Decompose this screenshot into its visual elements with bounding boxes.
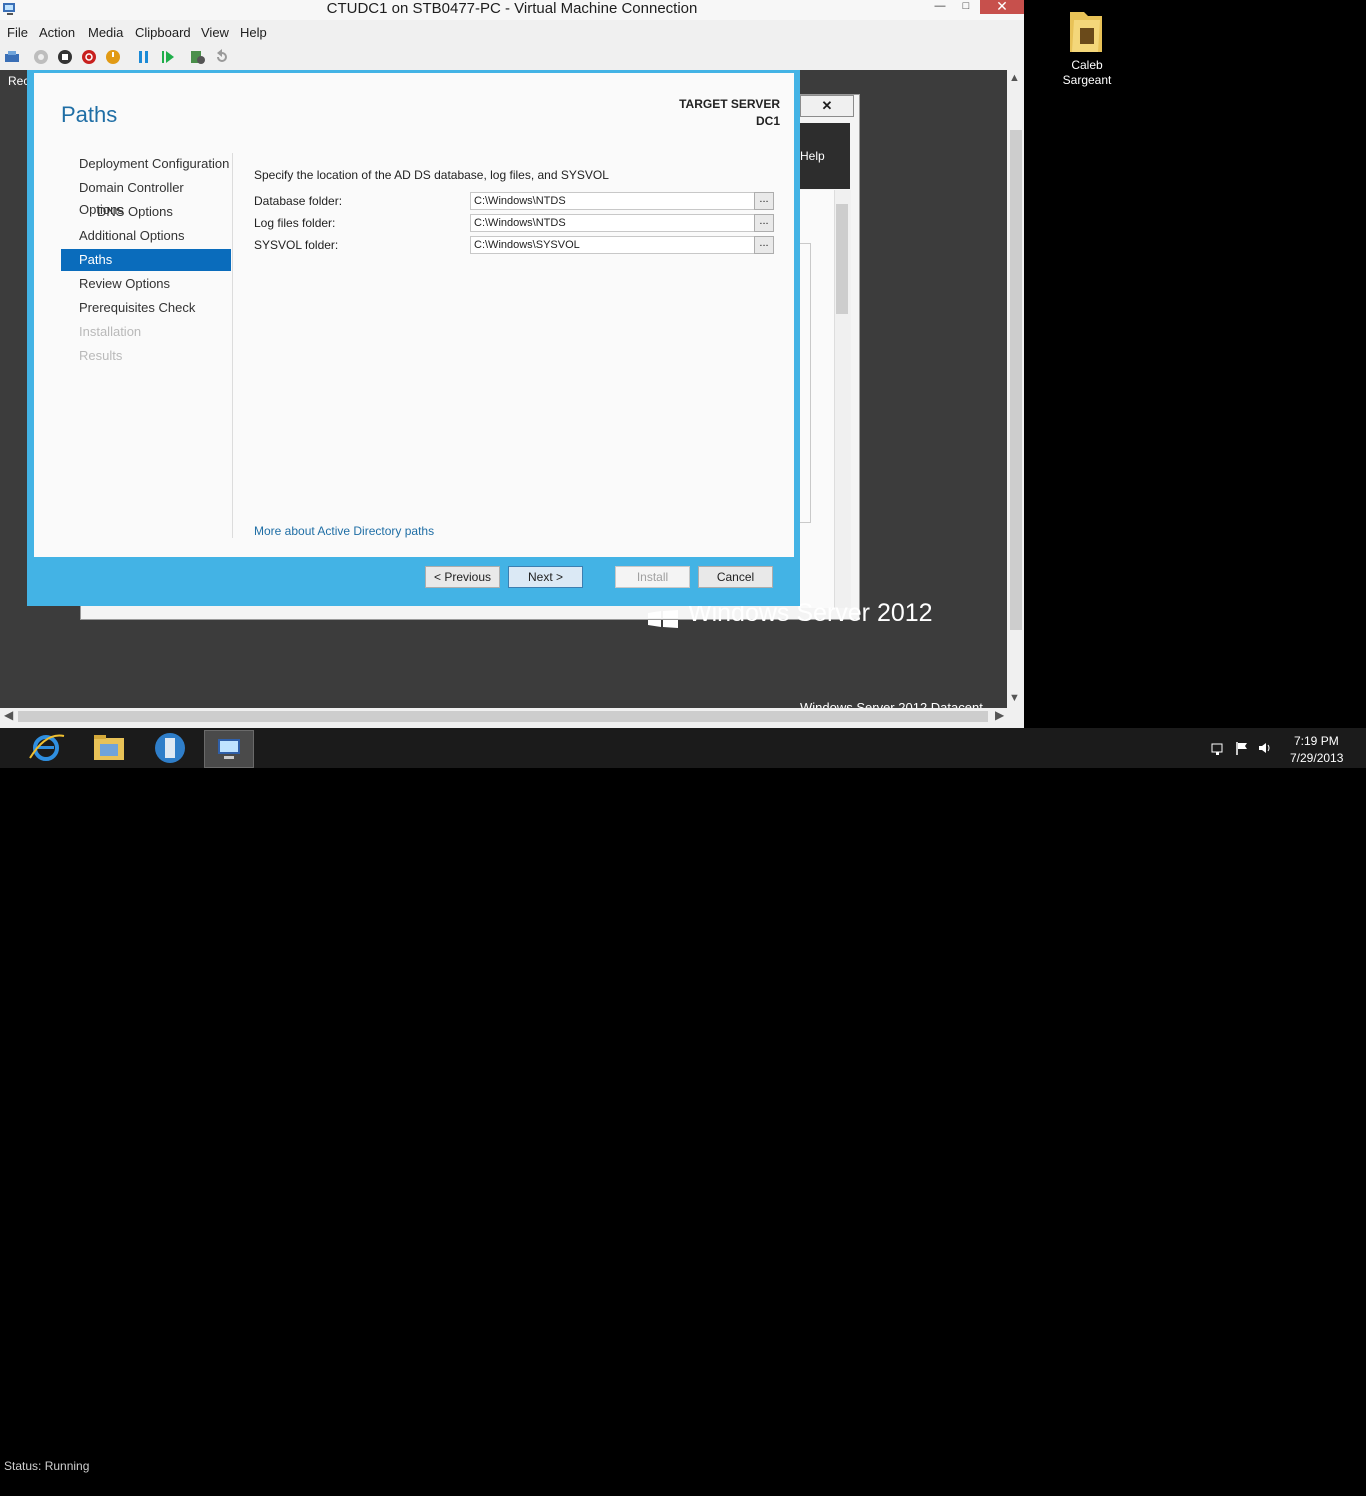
server-manager-close-button[interactable]: ✕ [800, 95, 854, 117]
server-manager-icon[interactable] [146, 730, 194, 766]
menu-clipboard[interactable]: Clipboard [135, 25, 191, 40]
cancel-button[interactable]: Cancel [698, 566, 773, 588]
title-bar[interactable]: CTUDC1 on STB0477-PC - Virtual Machine C… [0, 0, 1024, 20]
nav-review-options[interactable]: Review Options [61, 273, 231, 295]
file-explorer-icon[interactable] [86, 730, 134, 766]
target-server-name: DC1 [755, 114, 780, 128]
nav-domain-controller-options[interactable]: Domain Controller Options [61, 177, 231, 217]
folder-icon[interactable] [1066, 6, 1106, 56]
log-files-folder-input[interactable]: C:\Windows\NTDS [470, 214, 756, 232]
horizontal-scroll-thumb[interactable] [18, 711, 988, 722]
menu-action[interactable]: Action [39, 25, 75, 40]
nav-results: Results [79, 348, 123, 363]
vm-connection-taskbar-icon [218, 739, 240, 759]
clock-time[interactable]: 7:19 PM [1294, 734, 1339, 748]
ctrl-alt-del-icon[interactable] [3, 48, 21, 66]
ad-ds-configuration-wizard: Paths TARGET SERVER DC1 Deployment Confi… [27, 70, 800, 606]
nav-additional-options[interactable]: Additional Options [61, 225, 231, 247]
vertical-scroll-thumb[interactable] [1010, 130, 1022, 630]
nav-paths[interactable]: Paths [61, 249, 231, 271]
next-button[interactable]: Next > [508, 566, 583, 588]
pause-icon[interactable] [135, 48, 153, 66]
database-folder-label: Database folder: [254, 194, 343, 208]
menu-help[interactable]: Help [240, 25, 267, 40]
menu-media[interactable]: Media [88, 25, 123, 40]
server-manager-help-menu[interactable]: Help [800, 149, 825, 163]
minimize-button[interactable]: — [930, 0, 950, 14]
install-button: Install [615, 566, 690, 588]
database-folder-browse-button[interactable]: ... [754, 192, 774, 210]
log-files-folder-label: Log files folder: [254, 216, 336, 230]
log-files-folder-browse-button[interactable]: ... [754, 214, 774, 232]
more-about-paths-link[interactable]: More about Active Directory paths [254, 524, 434, 538]
database-folder-input[interactable]: C:\Windows\NTDS [470, 192, 756, 210]
nav-dns-options[interactable]: DNS Options [61, 201, 231, 223]
scroll-up-icon[interactable]: ▲ [1009, 72, 1020, 84]
action-center-flag-icon[interactable] [1234, 740, 1250, 756]
previous-button[interactable]: < Previous [425, 566, 500, 588]
nav-prerequisites-check[interactable]: Prerequisites Check [61, 297, 231, 319]
menu-file[interactable]: File [7, 25, 28, 40]
sysvol-folder-input[interactable]: C:\Windows\SYSVOL [470, 236, 756, 254]
sysvol-folder-label: SYSVOL folder: [254, 238, 339, 252]
checkpoint-icon[interactable] [189, 48, 207, 66]
revert-icon[interactable] [213, 48, 231, 66]
turn-off-icon[interactable] [56, 48, 74, 66]
vm-connection-taskbar-button[interactable] [204, 730, 254, 768]
menu-bar: File Action Media Clipboard View Help [0, 22, 1024, 42]
network-icon[interactable] [1210, 740, 1226, 756]
scroll-left-icon[interactable]: ◀ [4, 708, 13, 722]
nav-installation: Installation [79, 324, 142, 339]
folder-label[interactable]: Caleb Sargeant [1052, 58, 1122, 88]
nav-divider [232, 153, 233, 538]
instruction-text: Specify the location of the AD DS databa… [254, 168, 609, 182]
save-state-icon[interactable] [104, 48, 122, 66]
scroll-down-icon[interactable]: ▼ [1009, 692, 1020, 704]
internet-explorer-icon[interactable] [24, 730, 72, 766]
window-title: CTUDC1 on STB0477-PC - Virtual Machine C… [326, 0, 698, 17]
windows-logo-icon [648, 610, 678, 628]
folder-label-line2: Sargeant [1062, 73, 1112, 87]
taskbar: Status: Running [0, 728, 1366, 1473]
folder-label-line1: Caleb [1071, 58, 1103, 72]
target-server-label: TARGET SERVER [679, 97, 780, 111]
server-manager-inner-frame [800, 243, 811, 523]
vm-status-text: Status: Running [4, 1459, 90, 1473]
server-manager-scroll-thumb[interactable] [836, 204, 848, 314]
windows-edition-text: Windows Server 2012 Datacent [800, 700, 983, 708]
maximize-button[interactable]: □ [956, 0, 976, 14]
sysvol-folder-browse-button[interactable]: ... [754, 236, 774, 254]
scroll-right-icon[interactable]: ▶ [995, 708, 1004, 722]
page-title: Paths [61, 102, 118, 127]
wizard-body: Paths TARGET SERVER DC1 Deployment Confi… [34, 73, 794, 557]
shut-down-icon[interactable] [80, 48, 98, 66]
start-icon[interactable] [32, 48, 50, 66]
toolbar [0, 44, 1024, 70]
volume-icon[interactable] [1257, 740, 1273, 756]
close-window-button[interactable]: ✕ [980, 0, 1024, 14]
menu-view[interactable]: View [201, 25, 229, 40]
reset-icon[interactable] [159, 48, 177, 66]
nav-deployment-configuration[interactable]: Deployment Configuration [61, 153, 231, 175]
host-desktop [1024, 0, 1366, 730]
clock-date[interactable]: 7/29/2013 [1290, 751, 1343, 765]
